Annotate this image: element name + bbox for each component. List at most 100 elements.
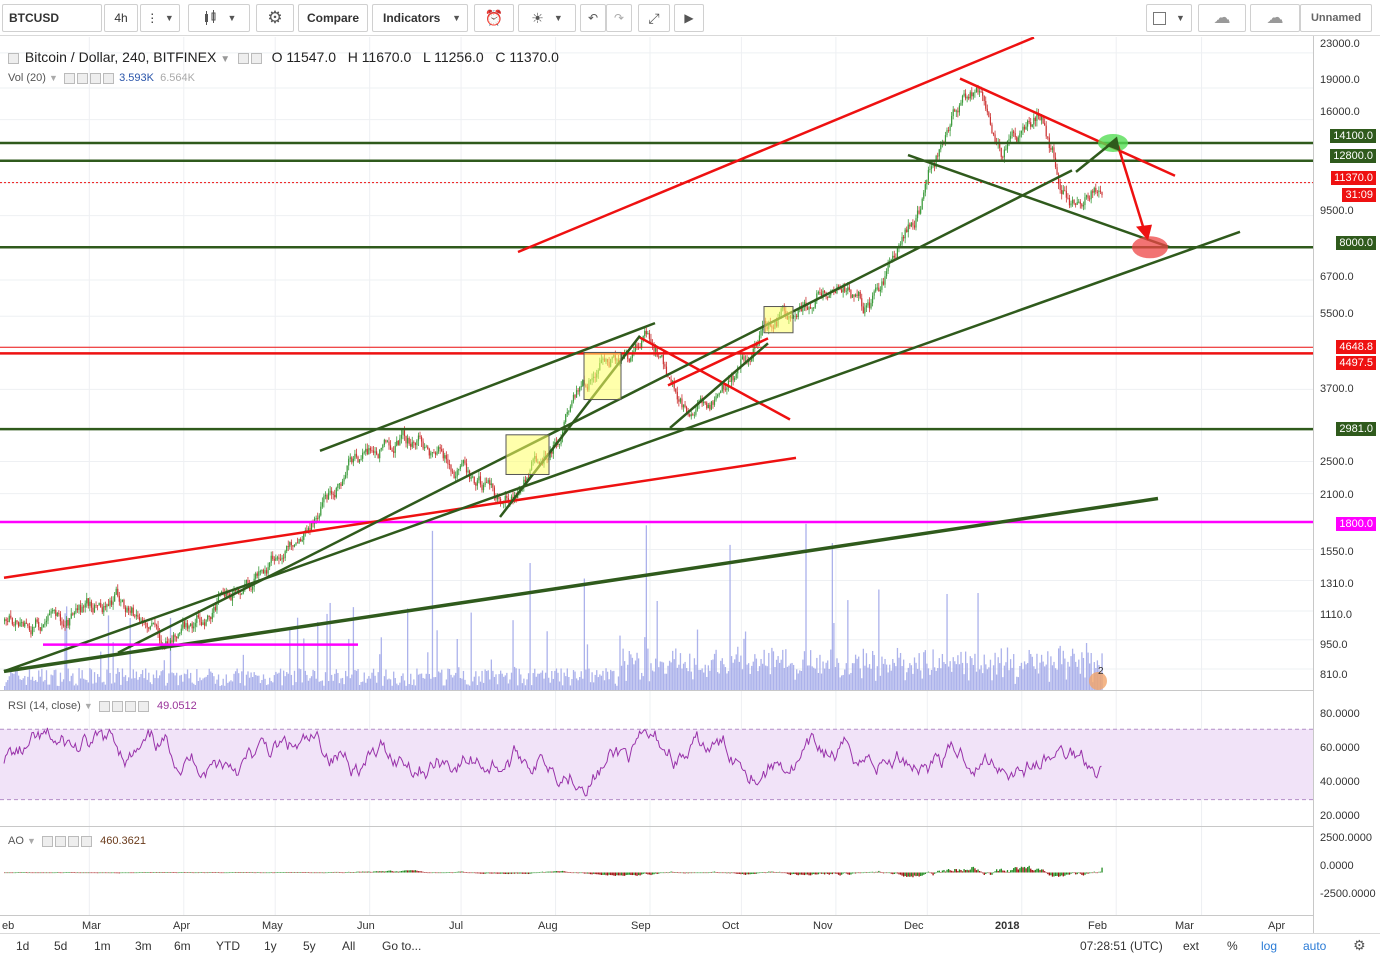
ao-histogram-bar bbox=[252, 872, 254, 873]
ao-histogram-bar bbox=[1079, 872, 1081, 874]
ao-histogram-bar bbox=[140, 872, 142, 873]
volume-bar bbox=[185, 674, 187, 690]
ao-histogram-bar bbox=[362, 871, 364, 873]
rsi-tick: 40.0000 bbox=[1320, 776, 1360, 788]
log-scale-button[interactable]: log bbox=[1261, 939, 1277, 953]
chevron-down-icon[interactable]: ▼ bbox=[27, 836, 36, 846]
close-icon[interactable] bbox=[103, 72, 115, 84]
volume-bar bbox=[481, 670, 483, 690]
add-icon[interactable] bbox=[68, 835, 80, 847]
range-5d-button[interactable]: 5d bbox=[54, 939, 67, 953]
ao-histogram-bar bbox=[1070, 872, 1072, 874]
compare-button[interactable]: Compare bbox=[298, 4, 368, 32]
pane-separator[interactable] bbox=[0, 826, 1313, 827]
layout-name-button[interactable]: Unnamed bbox=[1300, 4, 1372, 32]
ideas-button[interactable]: ☀ ▼ bbox=[518, 4, 576, 32]
range-1m-button[interactable]: 1m bbox=[94, 939, 111, 953]
add-icon[interactable] bbox=[124, 700, 136, 712]
range-1y-button[interactable]: 1y bbox=[264, 939, 277, 953]
range-ytd-button[interactable]: YTD bbox=[216, 939, 240, 953]
candle-body bbox=[875, 287, 877, 292]
eye-icon[interactable] bbox=[42, 835, 54, 847]
collapse-icon[interactable] bbox=[8, 52, 19, 64]
volume-bar bbox=[39, 676, 41, 690]
volume-bar bbox=[585, 669, 587, 690]
chevron-down-icon[interactable]: ▼ bbox=[84, 701, 93, 711]
candle-body bbox=[676, 391, 678, 400]
chevron-down-icon[interactable]: ▼ bbox=[220, 54, 230, 65]
fullscreen-button[interactable]: ⤢ bbox=[638, 4, 670, 32]
pane-separator[interactable] bbox=[0, 690, 1313, 691]
auto-scale-button[interactable]: auto bbox=[1303, 939, 1326, 953]
settings-icon[interactable] bbox=[77, 72, 89, 84]
ao-histogram-bar bbox=[983, 872, 985, 876]
range-5y-button[interactable]: 5y bbox=[303, 939, 316, 953]
candle-body bbox=[182, 621, 184, 629]
alert-button[interactable]: ⏰ bbox=[474, 4, 514, 32]
volume-bar bbox=[769, 674, 771, 690]
ao-histogram-bar bbox=[24, 872, 26, 873]
candle-body bbox=[854, 294, 857, 297]
volume-bar bbox=[980, 665, 982, 690]
candle-body bbox=[13, 624, 15, 626]
ao-histogram-bar bbox=[935, 872, 937, 874]
eye-icon[interactable] bbox=[98, 700, 110, 712]
ao-histogram-bar bbox=[692, 872, 694, 874]
close-icon[interactable] bbox=[137, 700, 149, 712]
settings-button[interactable]: ⚙ bbox=[256, 4, 294, 32]
goto-button[interactable]: Go to... bbox=[382, 939, 421, 953]
volume-bar bbox=[269, 677, 271, 690]
layout-button[interactable]: ▼ bbox=[1146, 4, 1192, 32]
settings-icon[interactable] bbox=[250, 52, 262, 64]
chart-canvas[interactable]: 2 bbox=[0, 36, 1380, 933]
ao-histogram-bar bbox=[934, 872, 936, 874]
ao-histogram-bar bbox=[1044, 871, 1046, 873]
volume-bar bbox=[600, 675, 603, 690]
redo-button[interactable]: ↷ bbox=[606, 4, 632, 32]
candle-body bbox=[910, 222, 912, 227]
volume-bar bbox=[918, 653, 920, 690]
chevron-down-icon[interactable]: ▼ bbox=[49, 73, 58, 83]
interval-dropdown[interactable]: ⋮ ▼ bbox=[140, 4, 180, 32]
utc-clock[interactable]: 07:28:51 (UTC) bbox=[1080, 939, 1163, 953]
range-1d-button[interactable]: 1d bbox=[16, 939, 29, 953]
chart-style-button[interactable]: ▼ bbox=[188, 4, 250, 32]
replay-button[interactable]: ▶ bbox=[674, 4, 704, 32]
eye-icon[interactable] bbox=[237, 52, 249, 64]
settings-icon[interactable] bbox=[111, 700, 123, 712]
symbol-search-input[interactable]: BTCUSD bbox=[2, 4, 102, 32]
save-cloud-button[interactable]: ☁ bbox=[1250, 4, 1300, 32]
settings-icon[interactable] bbox=[55, 835, 67, 847]
eye-icon[interactable] bbox=[64, 72, 76, 84]
ao-histogram-bar bbox=[903, 872, 905, 877]
close-icon[interactable] bbox=[81, 835, 93, 847]
indicators-button[interactable]: Indicators ▼ bbox=[372, 4, 468, 32]
volume-bar bbox=[126, 681, 128, 690]
ext-button[interactable]: ext bbox=[1183, 939, 1199, 953]
load-cloud-button[interactable]: ☁ bbox=[1198, 4, 1246, 32]
ao-histogram-bar bbox=[560, 871, 562, 873]
percent-scale-button[interactable]: % bbox=[1227, 939, 1238, 953]
ao-histogram-bar bbox=[884, 872, 886, 874]
undo-button[interactable]: ↶ bbox=[580, 4, 606, 32]
range-3m-button[interactable]: 3m bbox=[135, 939, 152, 953]
range-all-button[interactable]: All bbox=[342, 939, 355, 953]
ao-histogram-bar bbox=[789, 872, 792, 876]
ao-histogram-bar bbox=[110, 872, 113, 874]
candle-body bbox=[265, 570, 268, 574]
candle-body bbox=[402, 430, 404, 435]
interval-button[interactable]: 4h bbox=[104, 4, 138, 32]
volume-bar bbox=[50, 674, 52, 690]
add-icon[interactable] bbox=[90, 72, 102, 84]
candle-body bbox=[27, 623, 29, 627]
gear-icon[interactable]: ⚙ bbox=[1353, 937, 1366, 954]
candle-body bbox=[78, 604, 80, 610]
volume-bar bbox=[768, 652, 770, 690]
volume-bar bbox=[740, 655, 742, 690]
ao-histogram-bar bbox=[447, 872, 449, 873]
candle-body bbox=[1050, 148, 1052, 150]
range-6m-button[interactable]: 6m bbox=[174, 939, 191, 953]
volume-bar bbox=[422, 677, 424, 690]
volume-bar bbox=[520, 674, 522, 690]
candle-body bbox=[399, 438, 401, 445]
